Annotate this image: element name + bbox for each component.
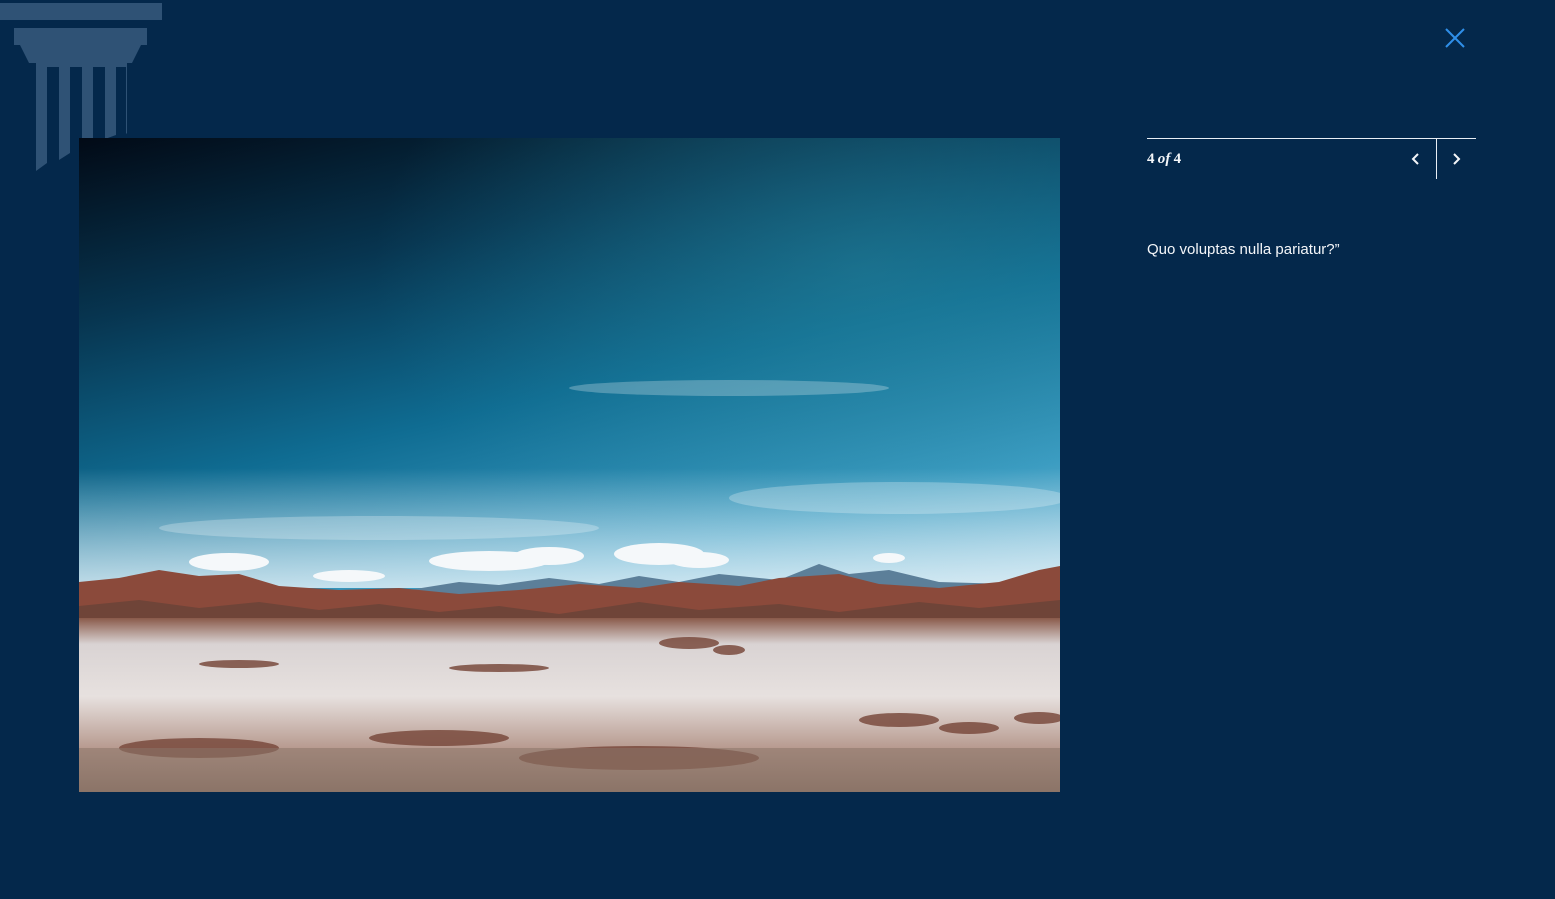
chevron-left-icon [1411,153,1419,165]
gallery-sidebar: 4 of 4 Quo voluptas nulla pariatur?” [1147,138,1476,260]
image-caption: Quo voluptas nulla pariatur?” [1147,241,1340,258]
lightbox-page: 4 of 4 Quo voluptas nulla pariatur?” [0,0,1555,899]
gallery-image [79,138,1060,792]
close-button[interactable] [1438,21,1472,55]
next-button[interactable] [1437,139,1475,179]
gallery-pager: 4 of 4 [1147,138,1476,180]
image-counter: 4 of 4 [1147,151,1181,168]
current-index: 4 [1147,151,1155,167]
chevron-right-icon [1453,153,1461,165]
close-icon [1445,28,1465,48]
of-label: of [1157,151,1171,167]
previous-button[interactable] [1396,139,1434,179]
total-count: 4 [1173,151,1182,167]
